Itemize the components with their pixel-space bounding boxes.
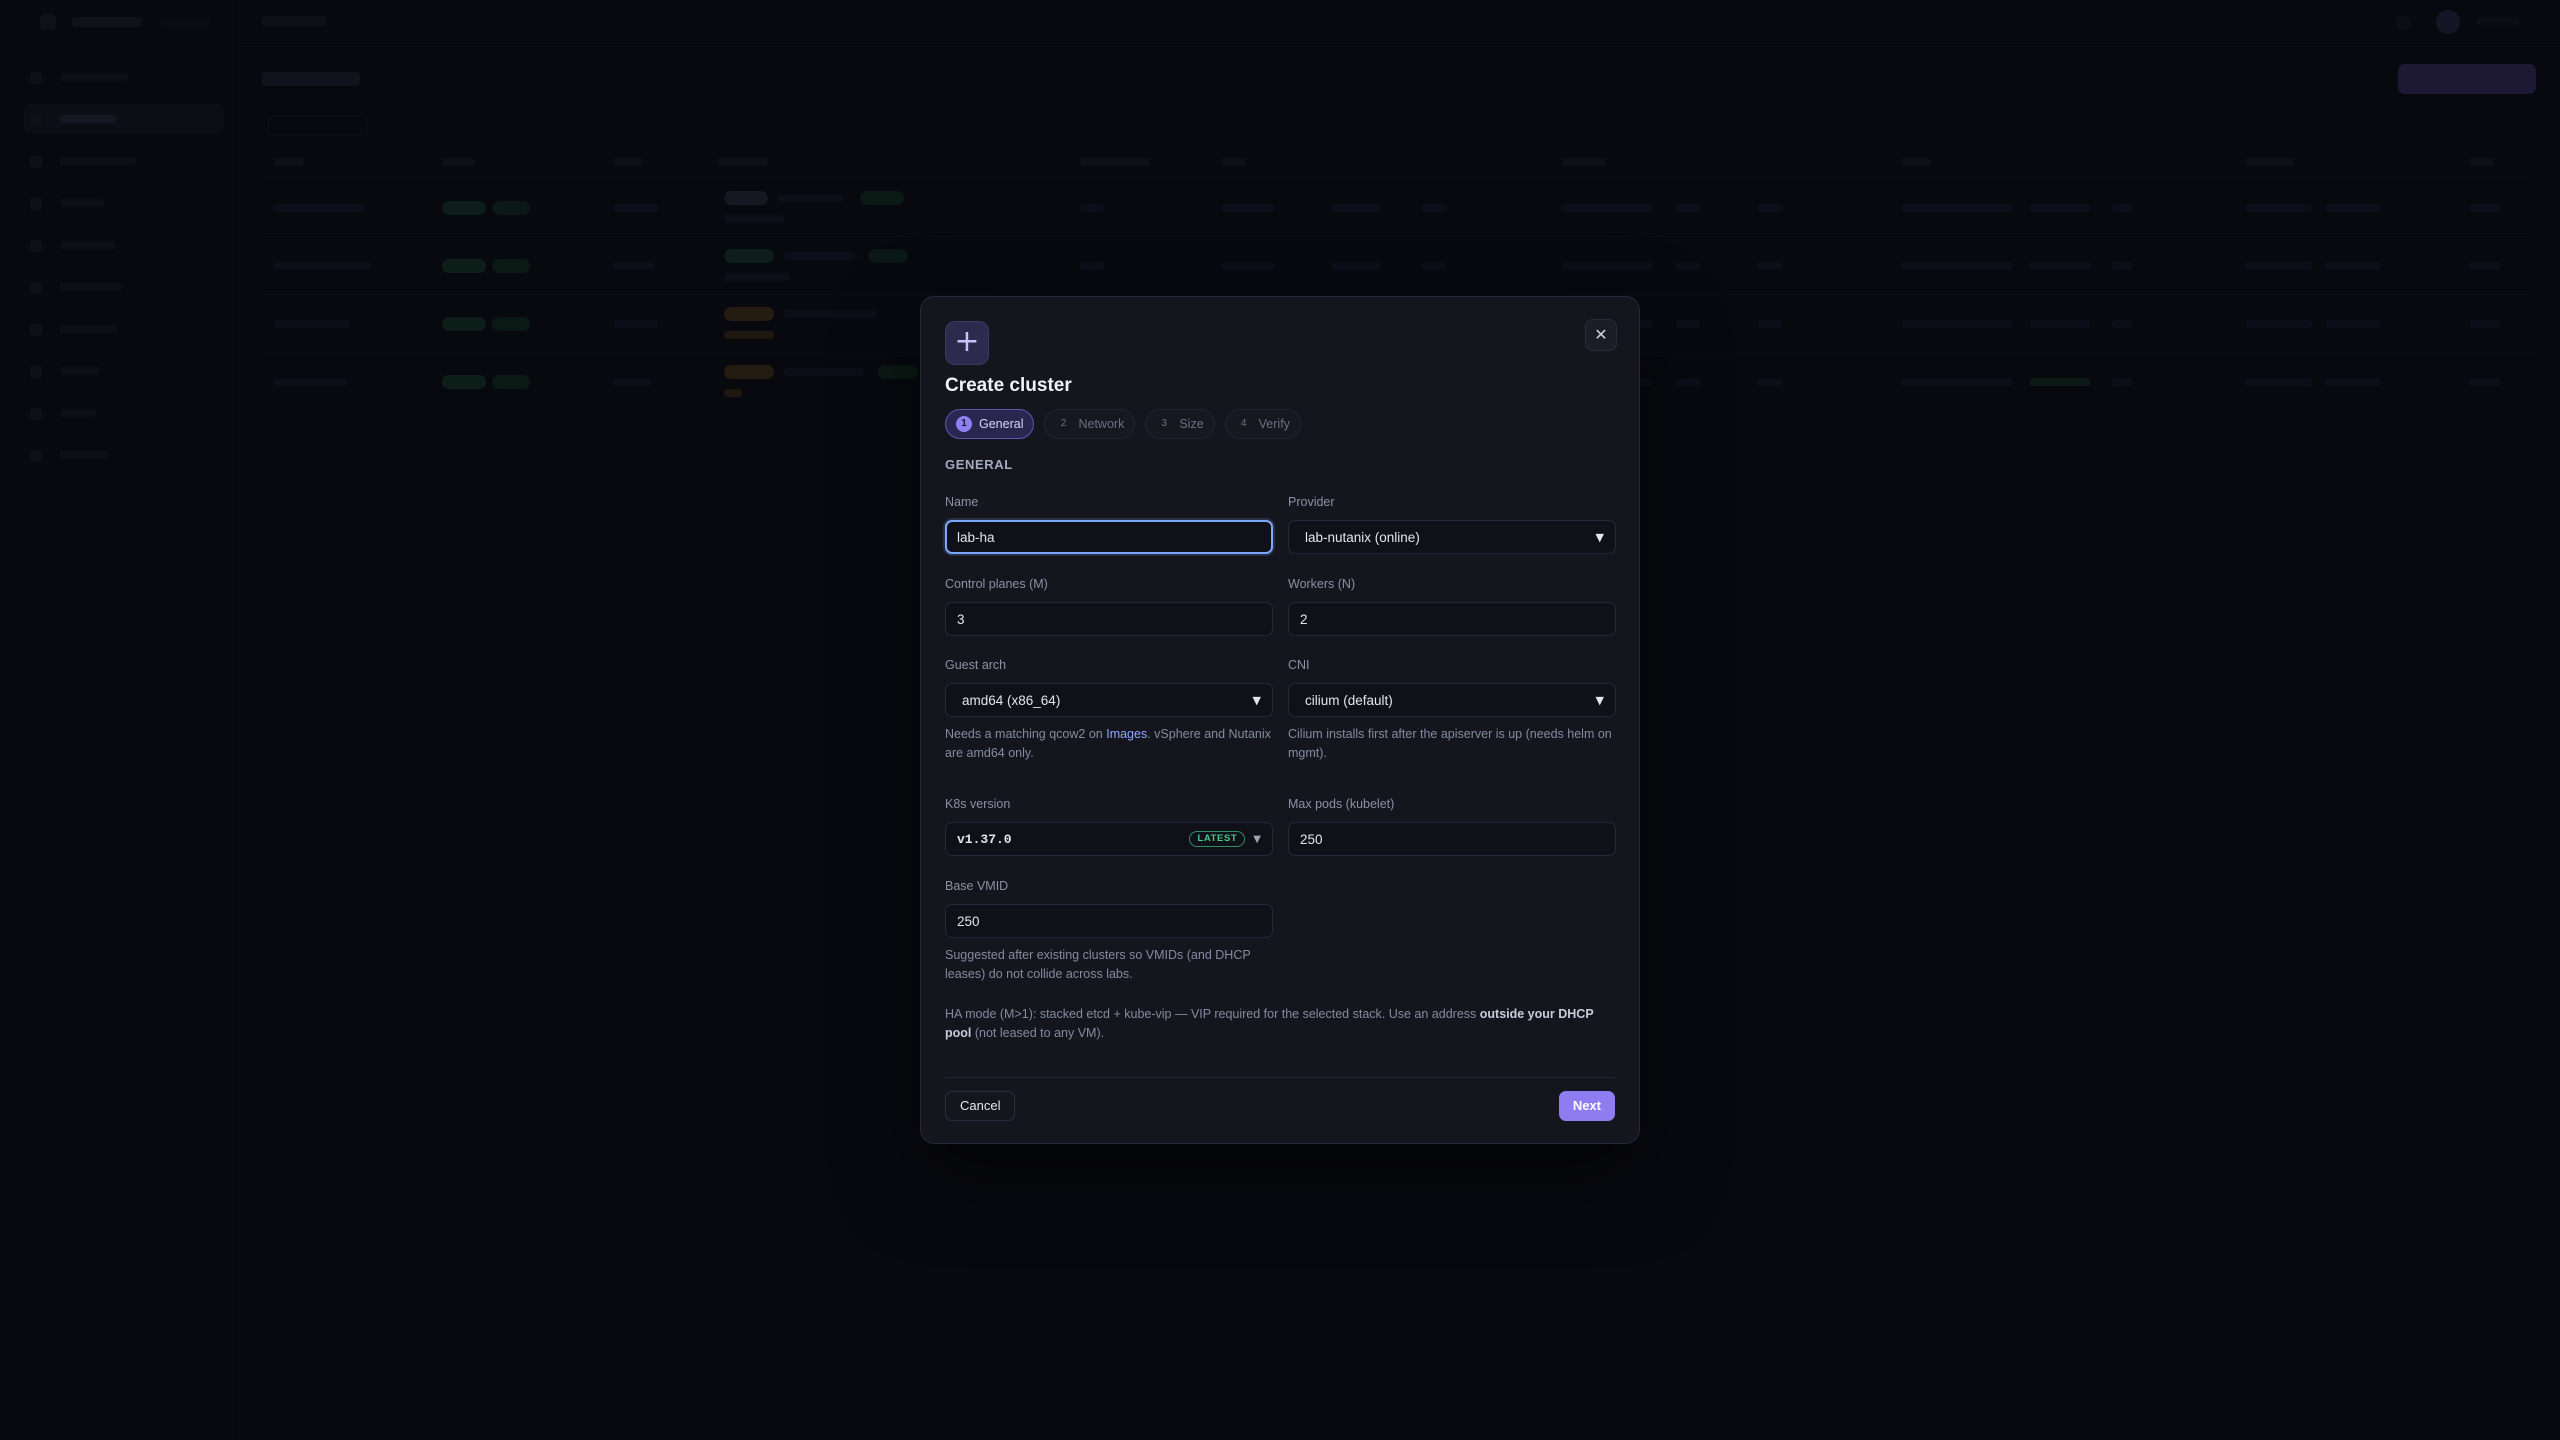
guest-arch-select[interactable]: amd64 (x86_64) ▼ [945, 683, 1273, 717]
chevron-down-icon: ▼ [1595, 530, 1604, 544]
step-network[interactable]: 2 Network [1044, 409, 1136, 439]
guest-arch-field: Guest arch amd64 (x86_64) ▼ Needs a matc… [945, 658, 1273, 763]
provider-select[interactable]: lab-nutanix (online) ▼ [1288, 520, 1616, 554]
step-number: 3 [1161, 418, 1168, 429]
base-vmid-label: Base VMID [945, 879, 1009, 893]
step-number: 2 [1060, 418, 1067, 429]
provider-select-value: lab-nutanix (online) [1305, 529, 1420, 545]
step-number: 1 [956, 416, 972, 432]
base-vmid-help: Suggested after existing clusters so VMI… [945, 948, 1251, 981]
cni-select[interactable]: cilium (default) ▼ [1288, 683, 1616, 717]
name-label: Name [945, 495, 979, 509]
base-vmid-input[interactable]: 250 [945, 904, 1273, 938]
images-link[interactable]: Images [1106, 727, 1147, 741]
caret-down-icon: ▼ [1253, 833, 1261, 845]
k8s-version-label: K8s version [945, 797, 1011, 811]
ha-note-text: HA mode (M>1): stacked etcd + kube-vip —… [945, 1007, 1480, 1021]
k8s-version-select[interactable]: v1.37.0 LATEST ▼ [945, 822, 1273, 856]
control-planes-field: Control planes (M) 3 [945, 577, 1273, 636]
max-pods-label: Max pods (kubelet) [1288, 797, 1395, 811]
step-label: Size [1179, 417, 1204, 431]
footer-divider [945, 1077, 1615, 1078]
plus-icon: + [945, 321, 989, 365]
provider-field: Provider lab-nutanix (online) ▼ [1288, 495, 1616, 554]
create-cluster-dialog: + ✕ Create cluster 1 General 2 Network 3… [920, 296, 1640, 1144]
name-field: Name lab-ha [945, 495, 1273, 554]
k8s-version-field: K8s version v1.37.0 LATEST ▼ [945, 797, 1273, 856]
workers-input[interactable]: 2 [1288, 602, 1616, 636]
guest-arch-label: Guest arch [945, 658, 1007, 672]
workers-value: 2 [1300, 611, 1308, 627]
cni-value: cilium (default) [1305, 692, 1393, 708]
control-planes-input[interactable]: 3 [945, 602, 1273, 636]
max-pods-field: Max pods (kubelet) 250 [1288, 797, 1616, 856]
help-text: Needs a matching qcow2 on [945, 727, 1107, 741]
k8s-version-value: v1.37.0 [957, 831, 1012, 847]
latest-badge: LATEST [1189, 831, 1246, 847]
step-size[interactable]: 3 Size [1145, 409, 1215, 439]
dialog-title: Create cluster [945, 375, 1072, 396]
wizard-steps: 1 General 2 Network 3 Size 4 Verify [945, 409, 1301, 439]
step-label: Verify [1258, 417, 1290, 431]
step-verify[interactable]: 4 Verify [1224, 409, 1301, 439]
name-input[interactable]: lab-ha [945, 520, 1273, 554]
cni-help: Cilium installs first after the apiserve… [1288, 727, 1612, 760]
provider-label: Provider [1288, 495, 1335, 509]
control-planes-label: Control planes (M) [945, 577, 1048, 591]
cni-field: CNI cilium (default) ▼ Cilium installs f… [1288, 658, 1616, 763]
section-heading: GENERAL [945, 457, 1013, 472]
next-button[interactable]: Next [1558, 1091, 1615, 1121]
step-number: 4 [1240, 418, 1247, 429]
chevron-down-icon: ▼ [1252, 693, 1261, 707]
cancel-button[interactable]: Cancel [945, 1091, 1016, 1121]
ha-note-text: (not leased to any VM). [971, 1026, 1105, 1040]
workers-field: Workers (N) 2 [1288, 577, 1616, 636]
max-pods-input[interactable]: 250 [1288, 822, 1616, 856]
close-icon[interactable]: ✕ [1585, 319, 1617, 351]
cni-label: CNI [1288, 658, 1310, 672]
step-general[interactable]: 1 General [945, 409, 1035, 439]
step-label: Network [1078, 417, 1125, 431]
workers-label: Workers (N) [1288, 577, 1356, 591]
name-input-value: lab-ha [957, 529, 995, 545]
ha-mode-note: HA mode (M>1): stacked etcd + kube-vip —… [945, 1005, 1605, 1043]
base-vmid-field: Base VMID 250 Suggested after existing c… [945, 879, 1273, 984]
max-pods-value: 250 [1300, 831, 1323, 847]
guest-arch-help: Needs a matching qcow2 on Images. vSpher… [945, 725, 1273, 763]
step-label: General [979, 417, 1024, 431]
chevron-down-icon: ▼ [1595, 693, 1604, 707]
base-vmid-value: 250 [957, 913, 980, 929]
guest-arch-value: amd64 (x86_64) [962, 692, 1061, 708]
control-planes-value: 3 [957, 611, 965, 627]
